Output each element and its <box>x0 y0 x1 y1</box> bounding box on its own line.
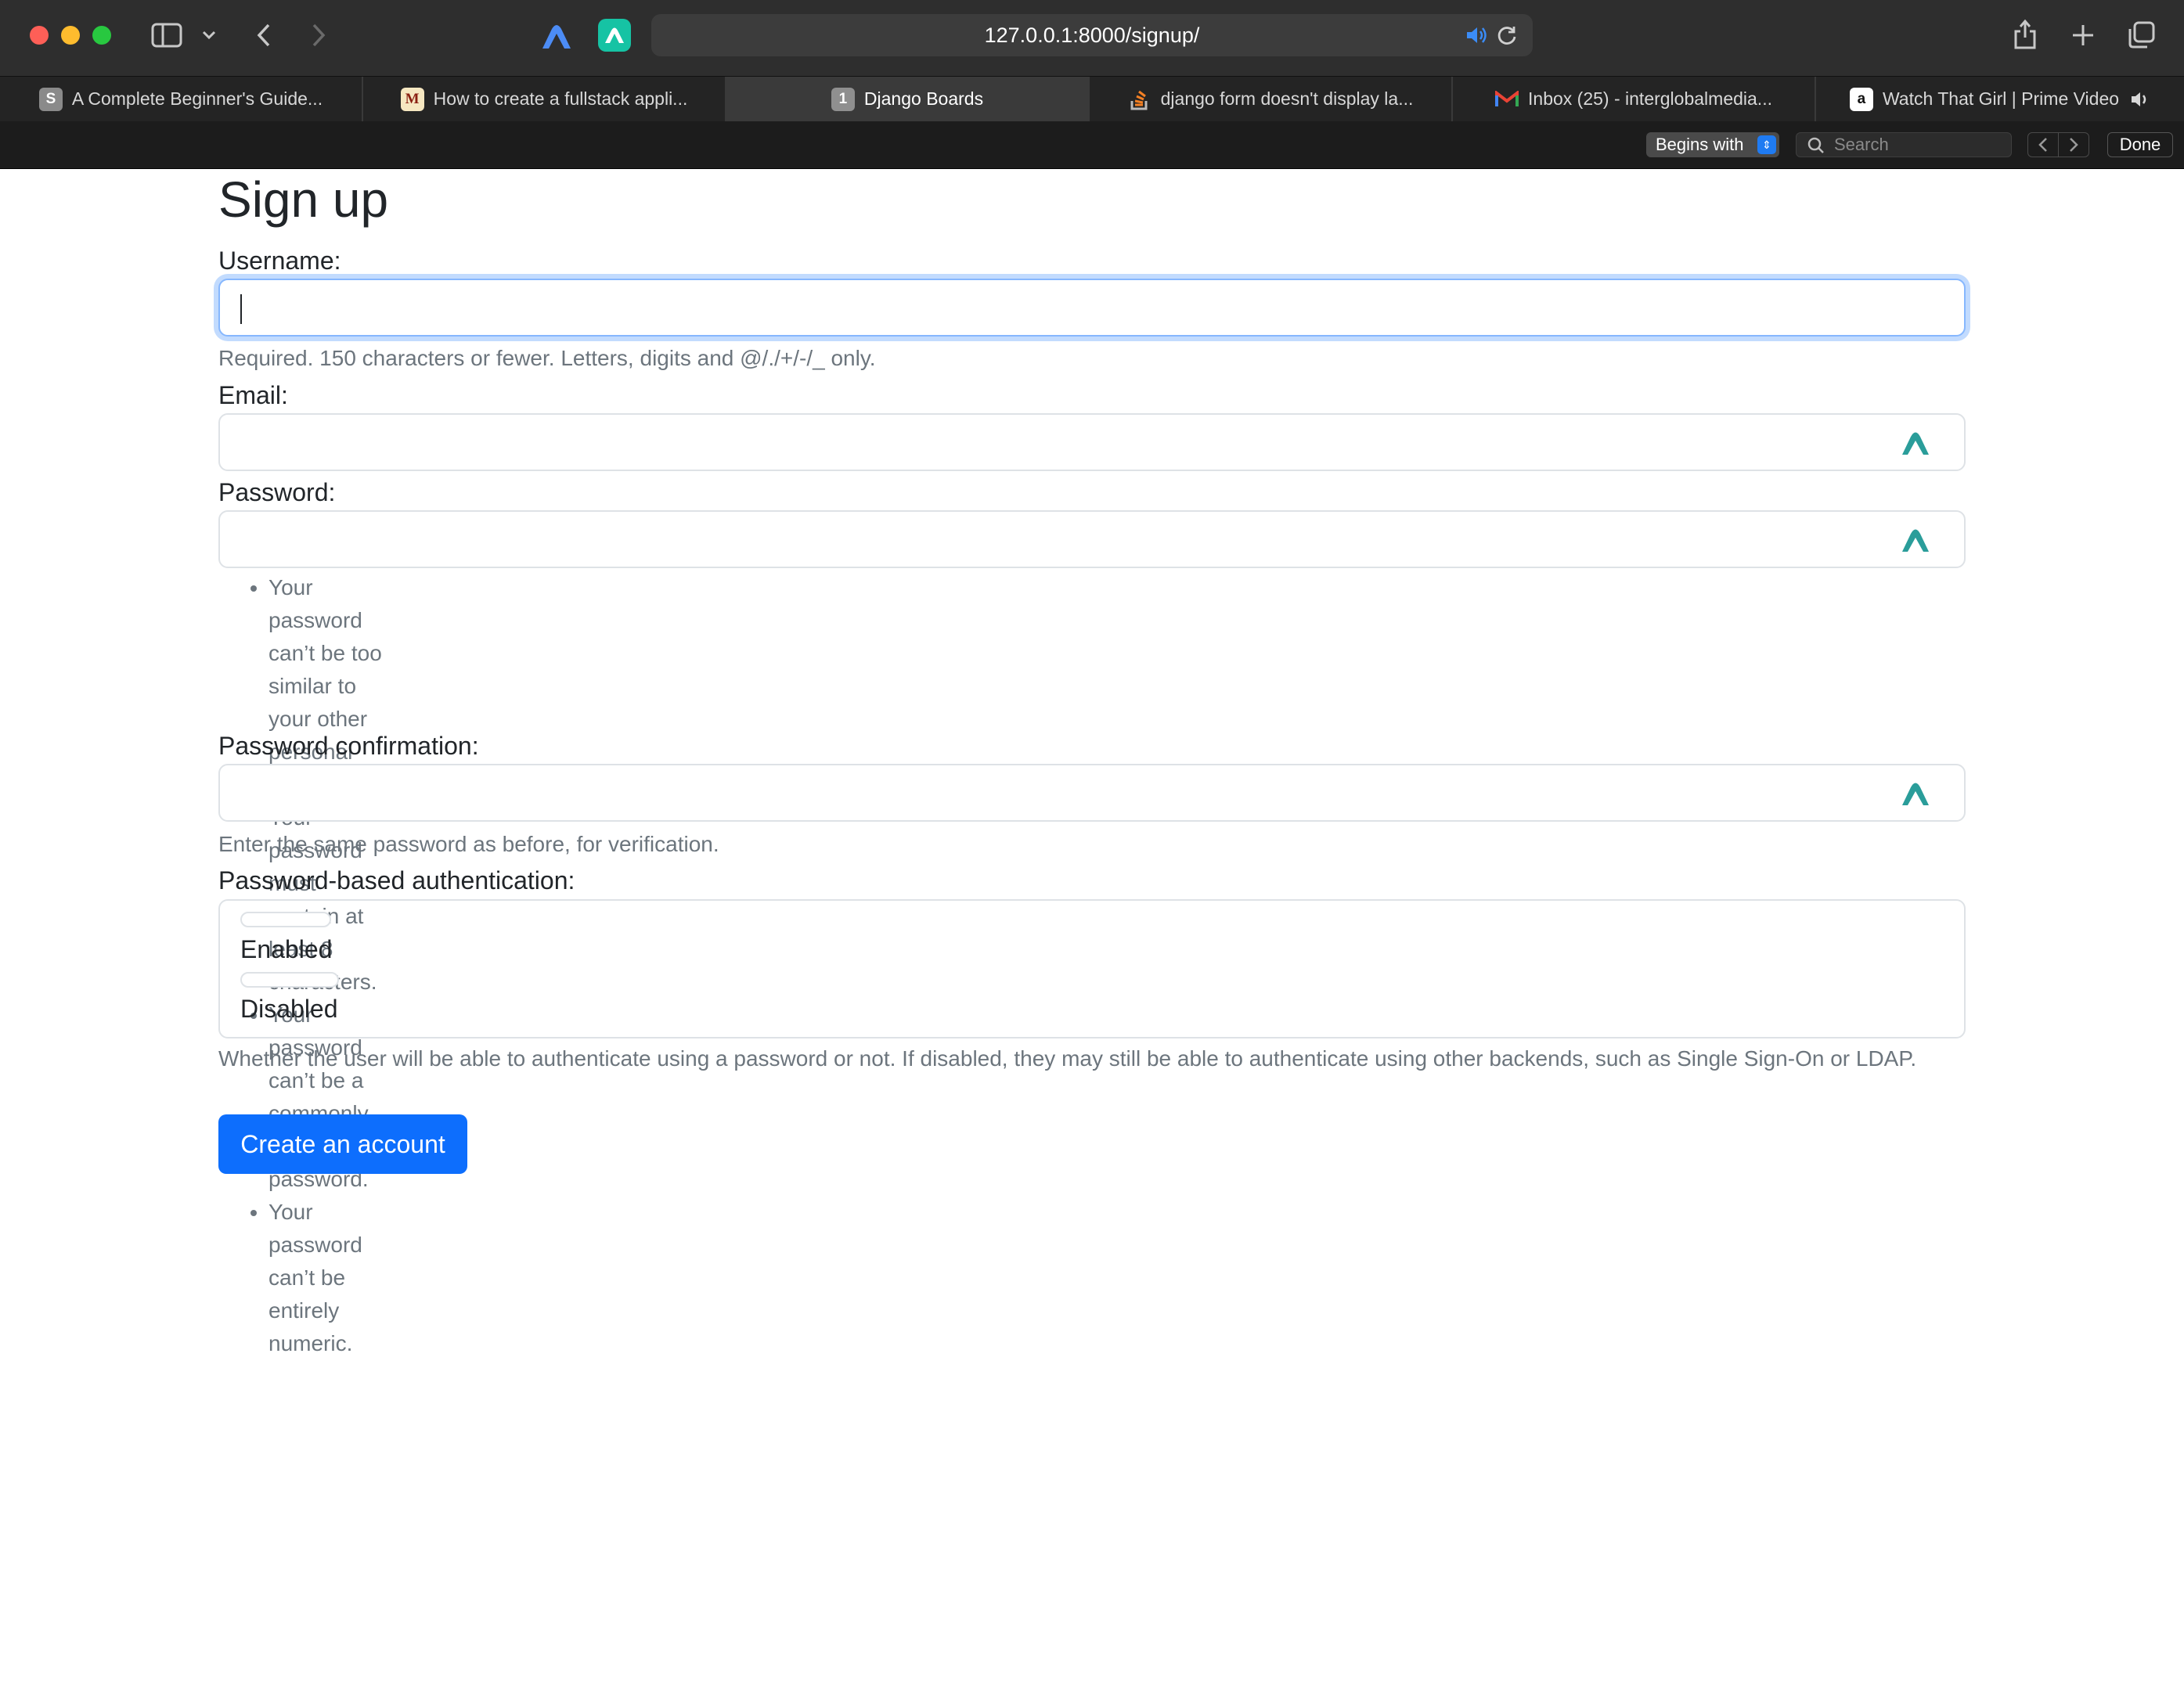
tab-gmail-inbox[interactable]: Inbox (25) - interglobalmedia... <box>1453 77 1816 121</box>
back-icon[interactable] <box>252 20 276 50</box>
tab-title: A Complete Beginner's Guide... <box>71 88 323 109</box>
radio-disabled-label[interactable]: Disabled <box>240 993 338 1024</box>
nordpass-autofill-icon[interactable] <box>1900 779 1931 810</box>
username-label: Username: <box>218 247 341 275</box>
tab-audio-icon[interactable] <box>2130 91 2150 108</box>
sidebar-icon[interactable] <box>150 22 183 49</box>
forward-icon[interactable] <box>307 20 330 50</box>
share-icon[interactable] <box>2012 17 2038 52</box>
password-auth-label: Password-based authentication: <box>218 866 575 894</box>
username-input[interactable] <box>218 279 1966 337</box>
gmail-icon <box>1495 88 1519 111</box>
password-auth-radio-group: Enabled Disabled <box>218 899 1966 1038</box>
create-account-button[interactable]: Create an account <box>218 1114 467 1174</box>
find-bar: Begins with ⇕ Search Done <box>0 121 2184 169</box>
page-title: Sign up <box>218 171 389 228</box>
reload-icon[interactable] <box>1495 23 1519 47</box>
tab-title: django form doesn't display la... <box>1160 88 1414 109</box>
tab-prime-video[interactable]: a Watch That Girl | Prime Video <box>1816 77 2184 121</box>
stackoverflow-icon <box>1128 88 1151 111</box>
browser-toolbar: 127.0.0.1:8000/signup/ <box>0 0 2184 76</box>
find-previous-button[interactable] <box>2027 132 2059 157</box>
tab-favicon: S <box>38 87 63 111</box>
password-confirmation-help: Enter the same password as before, for v… <box>218 832 719 856</box>
tab-favicon: a <box>1849 87 1873 111</box>
email-input[interactable] <box>218 413 1966 471</box>
radio-enabled-label[interactable]: Enabled <box>240 934 332 965</box>
password-confirmation-label: Password confirmation: <box>218 732 479 760</box>
tab-title: Django Boards <box>863 88 984 109</box>
new-tab-icon[interactable] <box>2070 22 2096 49</box>
radio-disabled[interactable] <box>240 972 339 988</box>
radio-enabled[interactable] <box>240 912 331 927</box>
tab-favicon: 1 <box>831 87 855 111</box>
nordvpn-extension-icon[interactable] <box>539 19 575 55</box>
password-confirmation-input[interactable] <box>218 764 1966 822</box>
password-auth-help: Whether the user will be able to authent… <box>218 1046 1917 1071</box>
updown-chevron-icon: ⇕ <box>1757 135 1776 154</box>
surfshark-extension-icon[interactable] <box>598 19 631 52</box>
speaker-icon[interactable] <box>1465 25 1489 45</box>
tab-overview-icon[interactable] <box>2126 20 2156 50</box>
tab-django-boards[interactable]: 1 Django Boards <box>726 77 1090 121</box>
find-mode-label: Begins with <box>1656 135 1744 154</box>
search-icon <box>1807 137 1825 159</box>
tab-title: How to create a fullstack appli... <box>433 88 688 109</box>
tab-favicon: M <box>400 87 424 111</box>
password-input[interactable] <box>218 510 1966 568</box>
tab-fullstack-app[interactable]: M How to create a fullstack appli... <box>363 77 726 121</box>
nordpass-autofill-icon[interactable] <box>1900 428 1931 459</box>
username-help: Required. 150 characters or fewer. Lette… <box>218 346 876 370</box>
text-caret <box>240 294 242 324</box>
address-bar[interactable]: 127.0.0.1:8000/signup/ <box>651 14 1533 56</box>
zoom-window-button[interactable] <box>92 26 111 45</box>
tab-title: Watch That Girl | Prime Video <box>1882 88 2120 109</box>
find-search-input[interactable]: Search <box>1796 132 2012 157</box>
password-label: Password: <box>218 478 336 506</box>
find-search-placeholder: Search <box>1834 135 1889 154</box>
minimize-window-button[interactable] <box>61 26 80 45</box>
tab-title: Inbox (25) - interglobalmedia... <box>1528 88 1772 109</box>
close-window-button[interactable] <box>30 26 49 45</box>
list-item: Your password can’t be entirely numeric. <box>268 1196 383 1360</box>
tab-beginners-guide[interactable]: S A Complete Beginner's Guide... <box>0 77 363 121</box>
find-done-button[interactable]: Done <box>2107 132 2173 157</box>
tab-bar: S A Complete Beginner's Guide... M How t… <box>0 76 2184 121</box>
tab-stackoverflow[interactable]: django form doesn't display la... <box>1090 77 1453 121</box>
find-next-button[interactable] <box>2058 132 2089 157</box>
url-text[interactable]: 127.0.0.1:8000/signup/ <box>651 14 1533 56</box>
nordpass-autofill-icon[interactable] <box>1900 525 1931 556</box>
email-label: Email: <box>218 381 288 409</box>
chevron-down-icon[interactable] <box>200 27 218 44</box>
find-mode-select[interactable]: Begins with ⇕ <box>1646 132 1779 157</box>
